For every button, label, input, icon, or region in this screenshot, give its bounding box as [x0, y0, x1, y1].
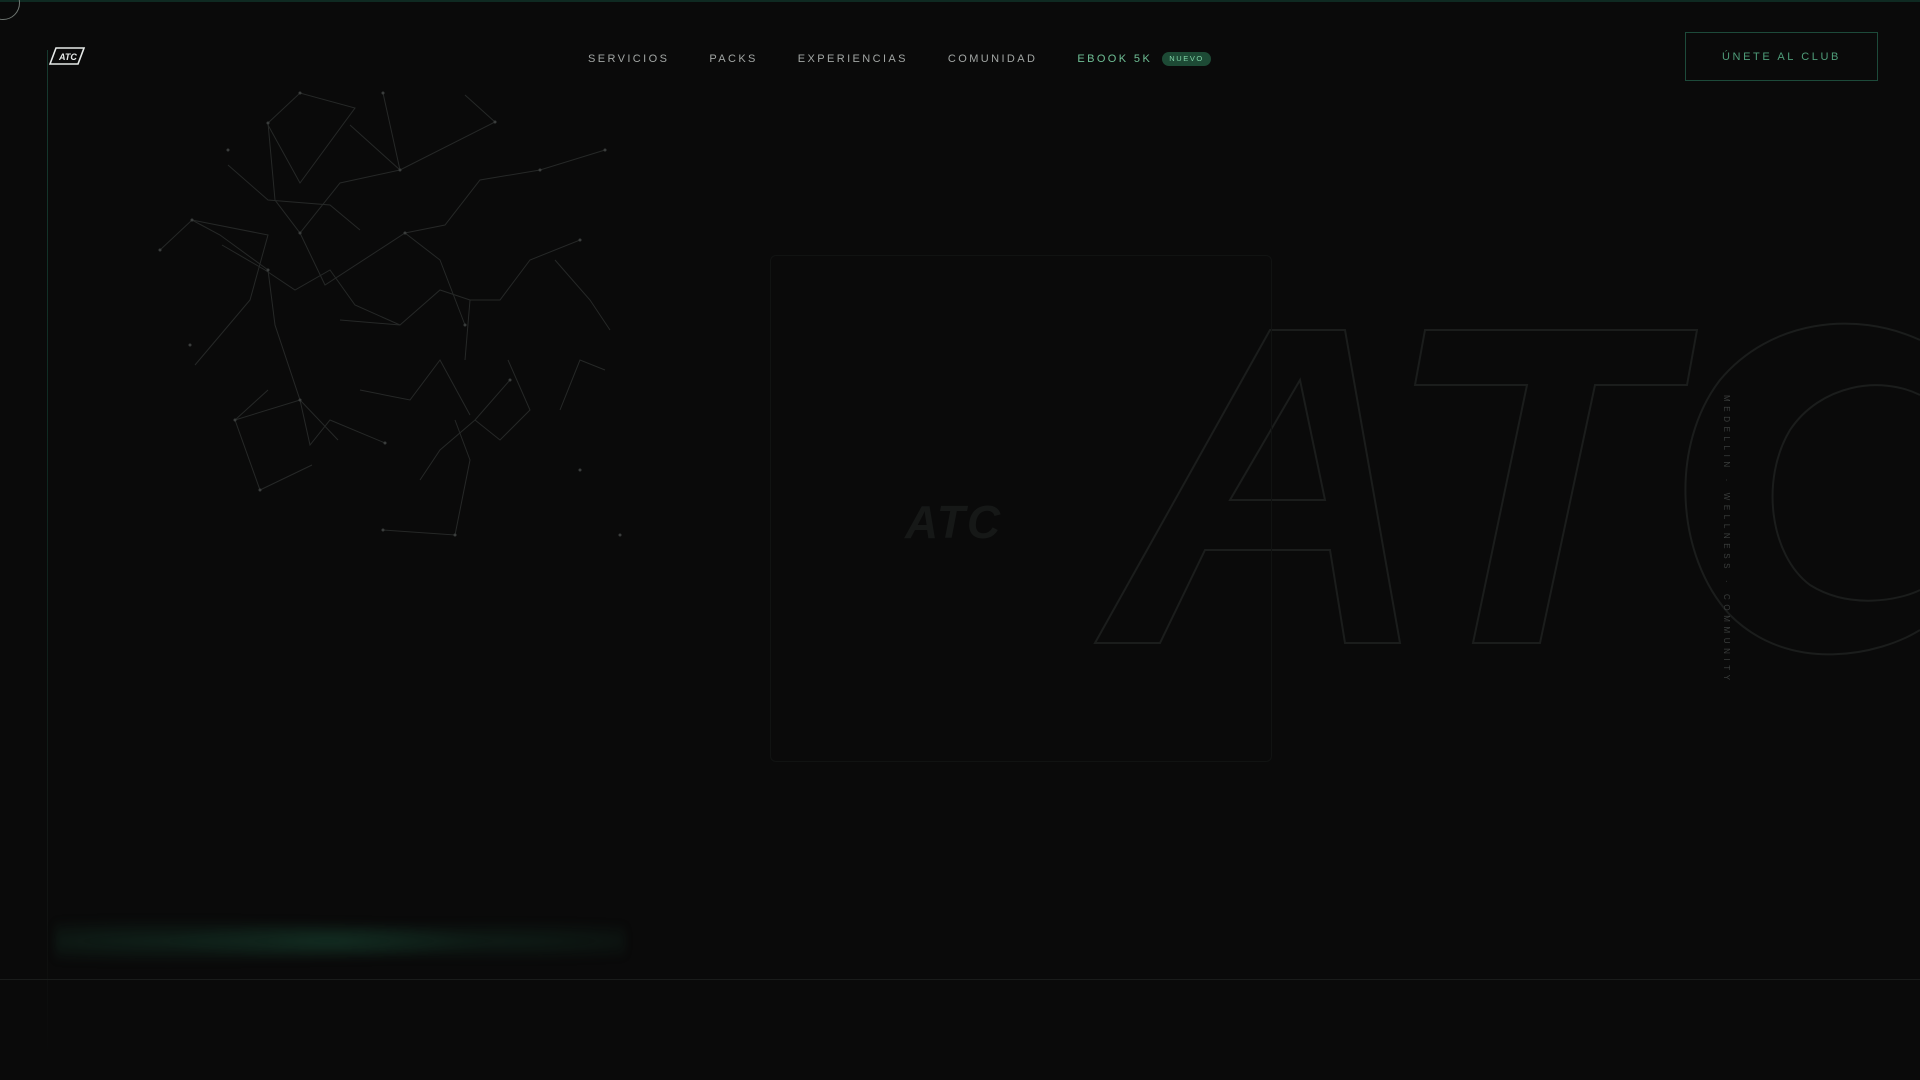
nav-link-ebook-label: EBOOK 5K [1077, 53, 1153, 65]
new-badge: NUEVO [1162, 52, 1211, 66]
atc-logo-icon[interactable]: ATC [46, 44, 86, 68]
section-divider [0, 979, 1920, 980]
small-brand-mark: ATC [905, 496, 1003, 548]
hero-letter-c [1684, 322, 1920, 656]
nav-link-servicios[interactable]: SERVICIOS [588, 53, 669, 65]
main-nav: SERVICIOS PACKS EXPERIENCIAS COMUNIDAD E… [588, 52, 1211, 66]
nav-link-experiencias[interactable]: EXPERIENCIAS [798, 53, 908, 65]
side-vertical-text: MEDELLIN · WELLNESS · COMMUNITY [1722, 395, 1731, 685]
page: ATC ATC SERVICIOS PACKS EXPERIENCIAS COM… [0, 0, 1920, 1080]
join-club-button[interactable]: ÚNETE AL CLUB [1685, 32, 1878, 81]
hero-media-frame [770, 255, 1272, 762]
bottom-glow [55, 905, 625, 965]
svg-text:ATC: ATC [58, 52, 77, 62]
hero-letter-t [1413, 329, 1699, 644]
nav-link-comunidad[interactable]: COMUNIDAD [948, 53, 1037, 65]
nav-link-packs[interactable]: PACKS [709, 53, 757, 65]
nav-link-ebook[interactable]: EBOOK 5K NUEVO [1077, 52, 1211, 66]
